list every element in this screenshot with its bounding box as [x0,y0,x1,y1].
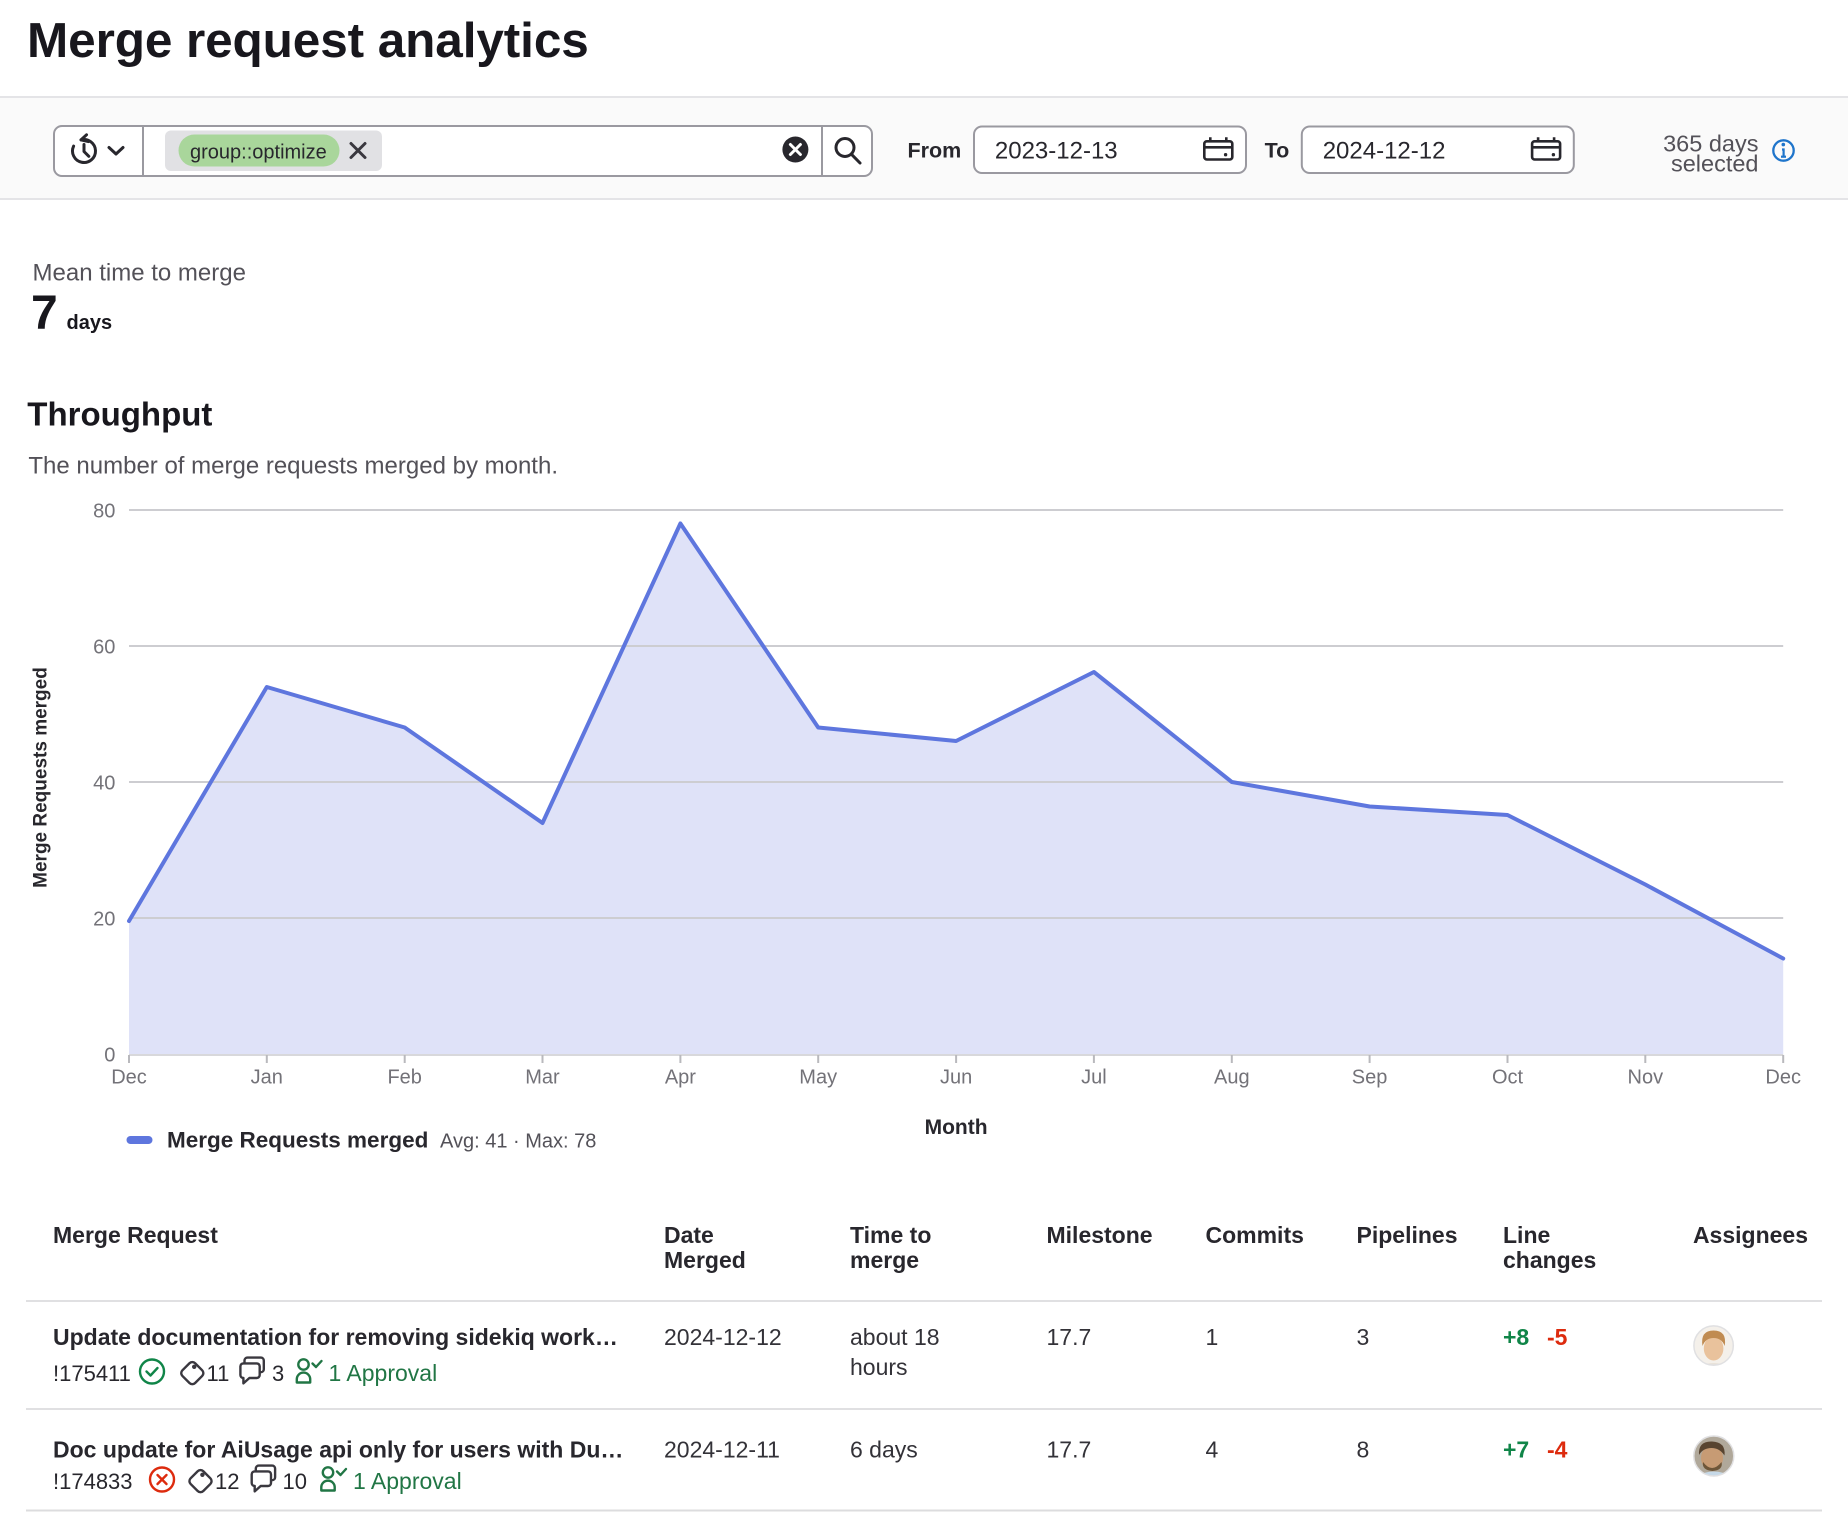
svg-text:4: 4 [1206,1437,1219,1463]
svg-text:17.7: 17.7 [1047,1324,1092,1350]
svg-text:8: 8 [1357,1437,1370,1463]
svg-text:merge: merge [850,1247,919,1273]
svg-text:Apr: Apr [665,1067,696,1089]
svg-text:group::optimize: group::optimize [190,142,327,164]
svg-text:6 days: 6 days [850,1437,918,1463]
svg-text:Update documentation for remov: Update documentation for removing sideki… [53,1324,618,1350]
svg-text:17.7: 17.7 [1047,1437,1092,1463]
svg-text:Merge request analytics: Merge request analytics [27,13,589,68]
svg-text:!175411: !175411 [53,1361,131,1386]
svg-text:Merge Requests merged: Merge Requests merged [31,667,52,888]
svg-text:Assignees: Assignees [1693,1222,1808,1248]
svg-text:Avg: 41 · Max: 78: Avg: 41 · Max: 78 [440,1131,596,1153]
svg-text:May: May [799,1067,837,1089]
svg-text:days: days [67,312,113,334]
svg-text:1 Approval: 1 Approval [329,1360,438,1386]
svg-text:Mean time to merge: Mean time to merge [33,260,246,287]
svg-text:Oct: Oct [1492,1067,1524,1089]
svg-text:Dec: Dec [111,1067,147,1089]
svg-text:-5: -5 [1547,1324,1568,1350]
svg-text:The number of merge requests m: The number of merge requests merged by m… [28,453,558,480]
svg-text:Merge Requests merged: Merge Requests merged [167,1128,428,1153]
svg-text:Pipelines: Pipelines [1357,1222,1458,1248]
svg-text:Feb: Feb [387,1067,421,1089]
svg-text:Month: Month [925,1116,988,1139]
svg-text:Dec: Dec [1765,1067,1801,1089]
svg-text:40: 40 [93,772,115,794]
svg-text:+8: +8 [1503,1324,1529,1350]
svg-text:0: 0 [104,1044,115,1066]
svg-text:2024-12-12: 2024-12-12 [1323,138,1446,165]
svg-text:Aug: Aug [1214,1067,1250,1089]
svg-text:Line: Line [1503,1222,1550,1248]
svg-text:60: 60 [93,636,115,658]
svg-text:2024-12-11: 2024-12-11 [664,1437,780,1463]
svg-text:Mar: Mar [525,1067,560,1089]
svg-text:3: 3 [1357,1324,1370,1350]
svg-text:From: From [908,139,962,163]
svg-text:Jun: Jun [940,1067,972,1089]
svg-text:+7: +7 [1503,1437,1529,1463]
svg-text:Date: Date [664,1222,714,1248]
svg-text:80: 80 [93,500,115,522]
svg-text:2024-12-12: 2024-12-12 [664,1324,782,1350]
svg-text:Time to: Time to [850,1222,931,1248]
svg-text:10: 10 [283,1469,307,1494]
svg-text:changes: changes [1503,1247,1596,1273]
svg-text:Merged: Merged [664,1247,746,1273]
svg-text:Jan: Jan [251,1067,283,1089]
svg-text:20: 20 [93,908,115,930]
svg-text:Sep: Sep [1352,1067,1388,1089]
svg-text:Nov: Nov [1628,1067,1664,1089]
svg-text:hours: hours [850,1354,908,1380]
svg-text:selected: selected [1671,151,1759,177]
svg-text:11: 11 [207,1361,230,1386]
svg-text:Throughput: Throughput [27,396,212,433]
svg-text:2023-12-13: 2023-12-13 [995,138,1118,165]
svg-text:Doc update for AiUsage api onl: Doc update for AiUsage api only for user… [53,1437,623,1463]
svg-text:Commits: Commits [1206,1222,1304,1248]
svg-text:12: 12 [215,1469,239,1494]
svg-text:Jul: Jul [1081,1067,1107,1089]
svg-text:Milestone: Milestone [1047,1222,1153,1248]
svg-text:about 18: about 18 [850,1324,940,1350]
svg-text:1: 1 [1206,1324,1219,1350]
svg-text:!174833: !174833 [53,1469,133,1494]
svg-text:Merge Request: Merge Request [53,1222,218,1248]
svg-text:3: 3 [272,1361,284,1386]
svg-text:1 Approval: 1 Approval [353,1468,462,1494]
svg-text:-4: -4 [1547,1437,1568,1463]
svg-text:To: To [1265,139,1290,163]
svg-text:7: 7 [31,287,58,340]
